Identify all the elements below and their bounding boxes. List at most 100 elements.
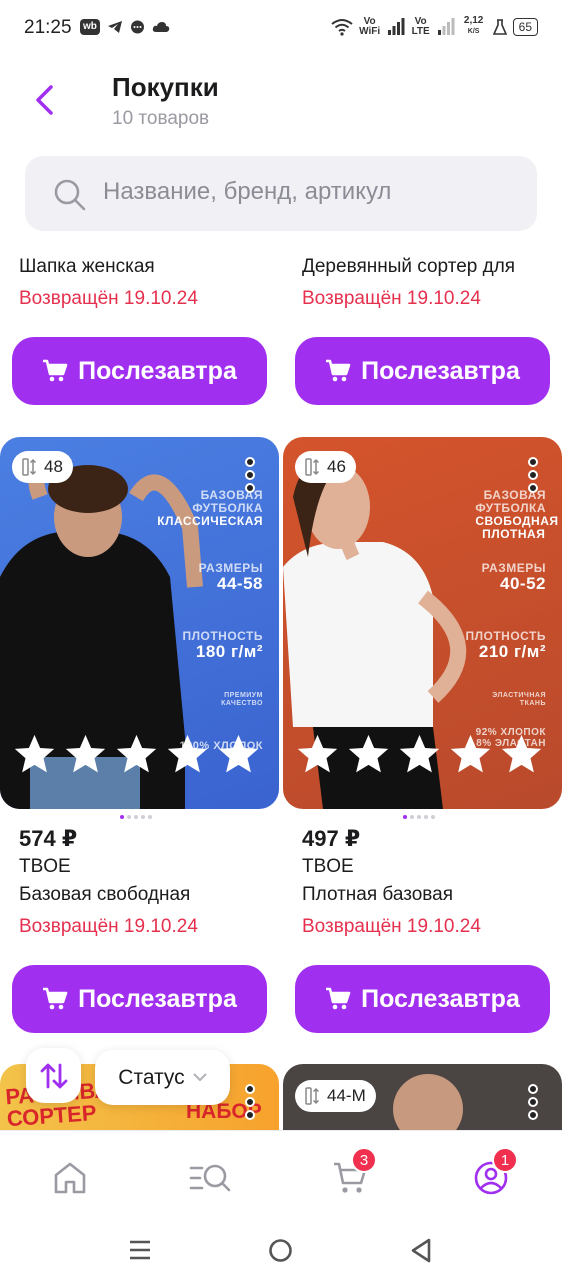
image-pagination [120, 815, 152, 819]
sizes-icon [305, 458, 320, 476]
search-bar[interactable] [25, 156, 537, 231]
search-icon [54, 179, 86, 211]
sizes-badge: 46 [295, 451, 356, 483]
back-button[interactable] [26, 82, 62, 118]
nav-catalog[interactable] [185, 1153, 235, 1203]
star-icon [399, 734, 440, 773]
return-status: Возвращён 19.10.24 [19, 288, 198, 309]
delivery-button[interactable]: Послезавтра [295, 337, 550, 405]
delivery-button-label: Послезавтра [78, 984, 237, 1013]
page-header: Покупки 10 товаров [0, 60, 562, 140]
home-button-icon[interactable] [268, 1238, 293, 1263]
home-icon [54, 1162, 86, 1194]
rating-stars [12, 732, 261, 777]
star-icon [65, 734, 106, 773]
recent-apps-icon[interactable] [128, 1239, 152, 1261]
sizes-badge: 44-M [295, 1080, 376, 1112]
status-bar: 21:25 wb Vo WiFi Vo LTE 2,12 K/S 65 [0, 0, 562, 58]
status-filter-dropdown[interactable]: Статус [95, 1050, 230, 1105]
sort-arrows-icon [40, 1063, 67, 1088]
nav-home[interactable] [45, 1153, 95, 1203]
speed-value: 2,12 [463, 15, 484, 26]
signal-icon [387, 17, 405, 35]
image-caption: БАЗОВАЯ ФУТБОЛКА КЛАССИЧЕСКАЯ [157, 489, 263, 528]
wb-app-icon: wb [80, 19, 100, 35]
star-icon [14, 734, 55, 773]
sizes-count: 46 [327, 457, 346, 476]
back-triangle-icon[interactable] [410, 1238, 432, 1263]
model-photo [393, 1074, 463, 1130]
sizes-count: 44-M [327, 1086, 366, 1105]
battery-icon: 65 [512, 17, 538, 36]
sort-button[interactable] [26, 1048, 81, 1103]
network-speed: 2,12 K/S [461, 16, 487, 37]
product-price: 497 ₽ [302, 826, 361, 851]
delivery-button-label: Послезавтра [361, 984, 520, 1013]
cart-icon [43, 359, 68, 382]
sizes-badge: 48 [12, 451, 73, 483]
delivery-button-label: Послезавтра [78, 356, 237, 385]
profile-notification-badge: 1 [492, 1147, 518, 1173]
product-name[interactable]: Плотная базовая [302, 884, 453, 906]
delivery-button[interactable]: Послезавтра [295, 965, 550, 1033]
image-sizes: РАЗМЕРЫ 44-58 [199, 562, 263, 593]
image-sizes: РАЗМЕРЫ 40-52 [482, 562, 546, 593]
return-status: Возвращён 19.10.24 [19, 916, 198, 937]
delivery-button[interactable]: Послезавтра [12, 965, 267, 1033]
flask-icon [492, 18, 507, 35]
more-options-button[interactable] [243, 457, 257, 493]
caption-value: 180 г/м² [195, 642, 263, 661]
page-title: Покупки [112, 72, 219, 102]
product-name[interactable]: Шапка женская [19, 256, 279, 278]
image-quality-note: ПРЕМИУМ КАЧЕСТВО [221, 692, 263, 707]
product-brand: TBOE [19, 856, 71, 877]
sizes-icon [22, 458, 37, 476]
product-name[interactable]: Деревянный сортер для [302, 256, 557, 278]
vowifi-label: Vo WiFi [359, 15, 381, 37]
return-status: Возвращён 19.10.24 [302, 916, 481, 937]
more-options-button[interactable] [526, 1084, 540, 1120]
catalog-search-icon [189, 1164, 231, 1192]
star-icon [450, 734, 491, 773]
image-pagination [403, 815, 435, 819]
delivery-button-label: Послезавтра [361, 356, 520, 385]
search-input[interactable] [103, 178, 513, 206]
image-density: ПЛОТНОСТЬ 210 г/м² [465, 630, 546, 661]
more-options-button[interactable] [526, 457, 540, 493]
cloud-icon [152, 22, 170, 32]
caption-value: 40-52 [500, 574, 546, 593]
bottom-nav: 3 1 [0, 1130, 562, 1220]
image-caption: БАЗОВАЯ ФУТБОЛКА СВОБОДНАЯ ПЛОТНАЯ [475, 489, 558, 541]
chevron-left-icon [36, 85, 53, 115]
system-nav-bar [0, 1220, 562, 1280]
more-options-button[interactable] [243, 1084, 257, 1120]
volte-label: Vo LTE [411, 15, 430, 37]
caption-value: 210 г/м² [478, 642, 546, 661]
sizes-icon [305, 1087, 320, 1105]
signal-weak-icon [437, 17, 455, 35]
star-icon [348, 734, 389, 773]
return-status: Возвращён 19.10.24 [302, 288, 481, 309]
cart-icon [326, 987, 351, 1010]
star-icon [501, 734, 542, 773]
product-image[interactable]: БАЗОВАЯ ФУТБОЛКА СВОБОДНАЯ ПЛОТНАЯ РАЗМЕ… [283, 437, 562, 809]
product-name[interactable]: Базовая свободная [19, 884, 190, 906]
speed-unit: K/S [467, 28, 480, 35]
rating-stars [295, 732, 544, 777]
caption-value: 44-58 [217, 574, 263, 593]
product-image[interactable]: 44-M [283, 1064, 562, 1130]
product-price: 574 ₽ [19, 826, 78, 851]
status-system-icons: Vo WiFi Vo LTE 2,12 K/S 65 [331, 16, 538, 37]
star-icon [116, 734, 157, 773]
nav-profile[interactable]: 1 [466, 1147, 518, 1203]
product-image[interactable]: БАЗОВАЯ ФУТБОЛКА КЛАССИЧЕСКАЯ РАЗМЕРЫ 44… [0, 437, 279, 809]
product-brand: TBOE [302, 856, 354, 877]
status-time: 21:25 [24, 17, 72, 38]
nav-cart[interactable]: 3 [325, 1147, 377, 1203]
items-count: 10 товаров [112, 108, 210, 129]
image-fabric-note: ЭЛАСТИЧНАЯ ТКАНЬ [492, 692, 546, 707]
cart-icon [43, 987, 68, 1010]
star-icon [218, 734, 259, 773]
status-filter-label: Статус [118, 1065, 185, 1089]
delivery-button[interactable]: Послезавтра [12, 337, 267, 405]
